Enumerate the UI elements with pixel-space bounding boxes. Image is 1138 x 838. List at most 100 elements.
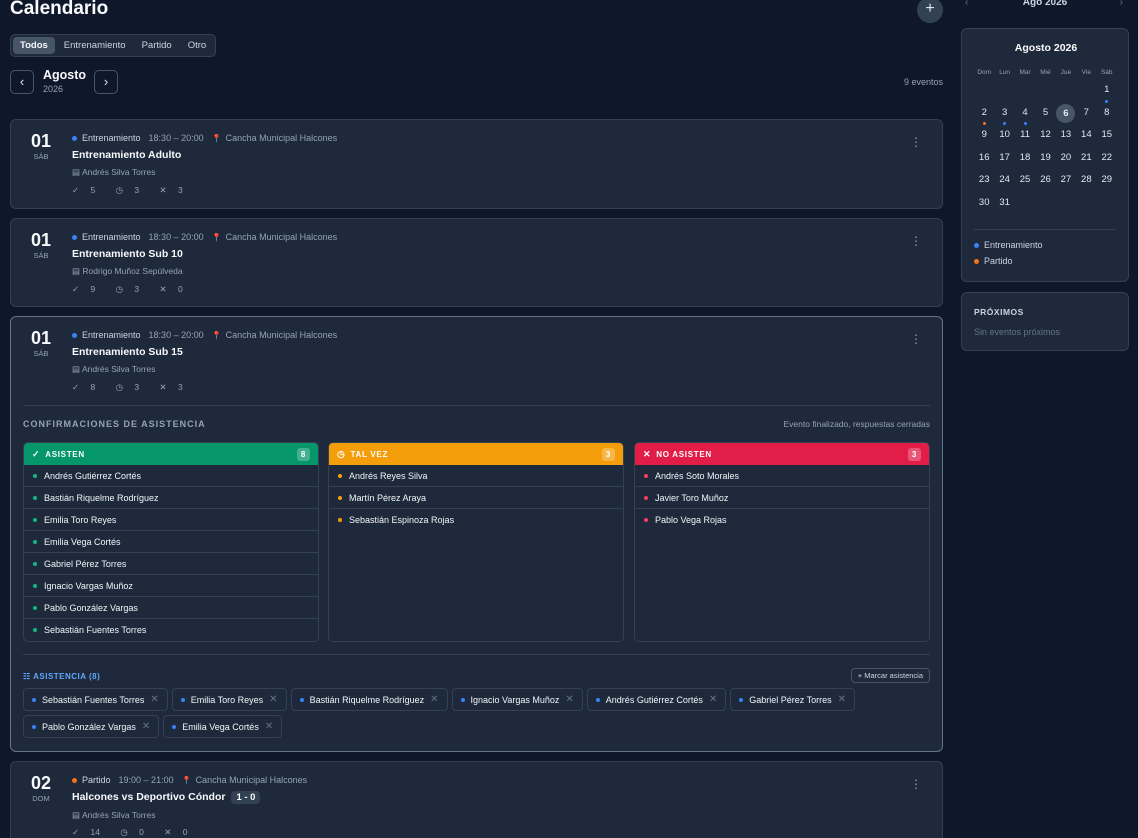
calendar-blank: [1056, 81, 1076, 104]
status-dot: [338, 495, 342, 500]
more-options-icon[interactable]: ⋮: [910, 333, 922, 345]
not-attending-count-badge: 3: [908, 447, 921, 461]
mini-calendar-month: Ago 2026: [1022, 0, 1068, 8]
calendar-day[interactable]: 22: [1097, 149, 1117, 172]
remove-icon[interactable]: ✕: [150, 694, 158, 705]
more-options-icon[interactable]: ⋮: [910, 136, 922, 148]
mark-attendance-button[interactable]: + Marcar asistencia: [850, 668, 930, 683]
filter-partido[interactable]: Partido: [135, 37, 179, 54]
calendar-day[interactable]: 4: [1015, 104, 1035, 127]
add-event-button[interactable]: +: [917, 0, 943, 23]
calendar-day[interactable]: 17: [994, 149, 1014, 172]
calendar-day[interactable]: 14: [1076, 126, 1096, 149]
calendar-day[interactable]: 19: [1035, 149, 1055, 172]
event-stats: ✓ 8 ◷ 3 ✕ 3: [72, 382, 201, 393]
calendar-blank: [1035, 81, 1055, 104]
event-title: Entrenamiento Adulto: [72, 149, 182, 161]
player-name: Pablo González Vargas: [44, 602, 138, 613]
player-name: Pablo Vega Rojas: [655, 515, 727, 525]
chip-label: Andrés Gutiérrez Cortés: [605, 694, 703, 705]
calendar-day[interactable]: 5: [1035, 104, 1055, 127]
calendar-day[interactable]: 26: [1035, 171, 1055, 194]
calendar-day[interactable]: 27: [1056, 171, 1076, 194]
status-dot: [338, 473, 342, 478]
calendar-day[interactable]: 20: [1056, 149, 1076, 172]
clipboard-icon: ▤: [72, 810, 82, 820]
calendar-day[interactable]: 28: [1076, 171, 1096, 194]
upcoming-empty: Sin eventos próximos: [974, 327, 1061, 337]
event-card[interactable]: 02 DOM Partido 19:00 – 21:00 📍 Cancha Mu…: [10, 761, 943, 838]
legend-dot: [974, 258, 979, 264]
calendar-day[interactable]: 11: [1015, 126, 1035, 149]
calendar-day[interactable]: 15: [1097, 126, 1117, 149]
filter-entrenamiento[interactable]: Entrenamiento: [57, 37, 133, 54]
calendar-day[interactable]: 23: [974, 171, 994, 194]
event-card[interactable]: 01 SÁB Entrenamiento 18:30 – 20:00 📍 Can…: [10, 218, 943, 307]
calendar-day[interactable]: 10: [994, 126, 1014, 149]
more-options-icon[interactable]: ⋮: [910, 778, 922, 790]
filter-otro[interactable]: Otro: [181, 37, 213, 54]
legend-dot: [974, 242, 979, 248]
remove-icon[interactable]: ✕: [430, 694, 438, 705]
coach-name: Andrés Silva Torres: [81, 364, 156, 374]
attending-count: 14: [90, 827, 100, 837]
remove-icon[interactable]: ✕: [269, 694, 277, 705]
event-stats: ✓ 9 ◷ 3 ✕ 0: [72, 284, 201, 295]
calendar-day[interactable]: 29: [1097, 171, 1117, 194]
calendar-day[interactable]: 7: [1076, 104, 1096, 127]
calendar-day[interactable]: 1: [1097, 81, 1117, 104]
calendar-day[interactable]: 18: [1015, 149, 1035, 172]
remove-icon[interactable]: ✕: [142, 721, 150, 732]
calendar-day[interactable]: 21: [1076, 149, 1096, 172]
match-score: 1 - 0: [231, 791, 261, 804]
upcoming-title: PRÓXIMOS: [974, 307, 1024, 317]
calendar-day[interactable]: 25: [1015, 171, 1035, 194]
calendar-day[interactable]: 8: [1097, 104, 1117, 127]
event-card-expanded[interactable]: 01 SÁB Entrenamiento 18:30 – 20:00 📍 Can…: [10, 316, 943, 752]
chip-label: Emilia Vega Cortés: [182, 721, 259, 732]
calendar-day[interactable]: 30: [974, 194, 994, 217]
remove-icon[interactable]: ✕: [565, 694, 573, 705]
chip-dot: [739, 697, 744, 702]
remove-icon[interactable]: ✕: [265, 721, 273, 732]
calendar-day[interactable]: 16: [974, 149, 994, 172]
calendar-day[interactable]: 2: [974, 104, 994, 127]
maybe-count-badge: 3: [602, 447, 615, 461]
page-title: Calendario: [10, 0, 109, 19]
absent-stat: ✕ 0: [164, 827, 196, 837]
list-item: Pablo Vega Rojas: [635, 509, 929, 531]
calendar-day[interactable]: 12: [1035, 126, 1055, 149]
calendar-day[interactable]: 24: [994, 171, 1014, 194]
main-panel: Calendario + Todos Entrenamiento Partido…: [10, 0, 943, 838]
chevron-left-icon[interactable]: ‹: [965, 0, 968, 8]
calendar-day[interactable]: 3: [994, 104, 1014, 127]
remove-icon[interactable]: ✕: [709, 694, 717, 705]
calendar-day[interactable]: 13: [1056, 126, 1076, 149]
list-check-icon: ☷: [23, 672, 34, 681]
next-month-button[interactable]: ›: [94, 70, 118, 94]
calendar-day-today[interactable]: 6: [1056, 103, 1076, 127]
event-weekday: SÁB: [33, 251, 49, 260]
calendar-blank: [1076, 81, 1096, 104]
event-date: 01 SÁB: [25, 327, 57, 358]
chip-dot: [172, 724, 177, 729]
remove-icon[interactable]: ✕: [838, 694, 846, 705]
weekday-label: Mar: [1019, 69, 1031, 76]
attending-stat: ✓ 8: [72, 382, 104, 392]
weekday-label: Lun: [999, 69, 1011, 76]
event-weekday: SÁB: [33, 152, 49, 161]
calendar-day[interactable]: 31: [994, 194, 1014, 217]
more-options-icon[interactable]: ⋮: [910, 235, 922, 247]
coach-name: Andrés Silva Torres: [81, 167, 156, 177]
calendar-day[interactable]: 9: [974, 126, 994, 149]
status-dot: [33, 561, 37, 566]
event-day: 02: [30, 773, 52, 793]
attendee-chip: Emilia Vega Cortés ✕: [163, 715, 283, 738]
prev-month-button[interactable]: ‹: [10, 70, 34, 94]
player-name: Emilia Vega Cortés: [44, 536, 121, 547]
filter-todos[interactable]: Todos: [13, 37, 55, 54]
event-day: 01: [30, 131, 52, 151]
clipboard-icon: ▤: [72, 266, 83, 276]
event-card[interactable]: 01 SÁB Entrenamiento 18:30 – 20:00 📍 Can…: [10, 119, 943, 209]
chevron-right-icon[interactable]: ›: [1120, 0, 1123, 8]
